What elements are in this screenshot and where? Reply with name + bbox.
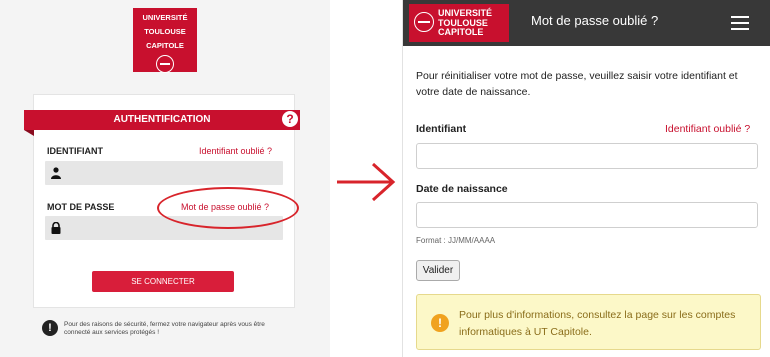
info-suffix: . — [588, 326, 592, 338]
identifiant-label: Identifiant — [416, 123, 467, 135]
logo-line-2: TOULOUSE — [144, 27, 186, 36]
info-alert: ! Pour plus d'informations, consultez la… — [416, 294, 761, 350]
logo-seal-icon — [414, 12, 434, 32]
identifiant-input[interactable] — [45, 161, 283, 185]
highlight-ellipse — [157, 187, 299, 229]
logo-text: UNIVERSITÉ TOULOUSE CAPITOLE — [438, 8, 492, 38]
arrow-right-icon — [337, 162, 396, 202]
info-message: Pour plus d'informations, consultez la p… — [459, 307, 749, 341]
birthdate-label: Date de naissance — [416, 183, 508, 195]
university-logo[interactable]: UNIVERSITÉ TOULOUSE CAPITOLE — [409, 4, 509, 42]
auth-ribbon-title: AUTHENTIFICATION — [24, 110, 300, 130]
logo-line-3: CAPITOLE — [146, 41, 184, 50]
ribbon-fold — [24, 130, 34, 136]
help-icon[interactable]: ? — [282, 111, 298, 127]
identifiant-forgot-link[interactable]: Identifiant oublié ? — [665, 123, 750, 135]
user-icon — [51, 167, 61, 179]
identifiant-forgot-link[interactable]: Identifiant oublié ? — [199, 146, 272, 156]
date-format-hint: Format : JJ/MM/AAAA — [416, 236, 496, 245]
identifiant-input[interactable] — [416, 143, 758, 169]
connect-button[interactable]: SE CONNECTER — [92, 271, 234, 292]
intro-text: Pour réinitialiser votre mot de passe, v… — [416, 70, 738, 98]
submit-button[interactable]: Valider — [416, 260, 460, 281]
screenshot-composite: UNIVERSITÉ TOULOUSE CAPITOLE AUTHENTIFIC… — [0, 0, 770, 357]
logo-line-3: CAPITOLE — [438, 27, 484, 37]
logo-line-1: UNIVERSITÉ — [142, 13, 188, 22]
password-label: MOT DE PASSE — [47, 202, 115, 212]
top-navbar: UNIVERSITÉ TOULOUSE CAPITOLE Mot de pass… — [403, 0, 770, 46]
info-prefix: Pour plus d'informations, — [459, 309, 578, 321]
identifiant-label: IDENTIFIANT — [47, 146, 103, 156]
lock-icon — [51, 222, 61, 234]
menu-icon[interactable] — [731, 16, 749, 30]
logo-seal-icon — [156, 55, 174, 73]
info-icon: ! — [431, 314, 449, 332]
forgot-password-page: UNIVERSITÉ TOULOUSE CAPITOLE Mot de pass… — [402, 0, 770, 357]
page-title: Mot de passe oublié ? — [531, 13, 659, 28]
university-logo: UNIVERSITÉ TOULOUSE CAPITOLE — [133, 8, 197, 73]
warning-icon: ! — [42, 320, 58, 336]
security-warning-text: Pour des raisons de sécurité, fermez vot… — [64, 321, 265, 336]
birthdate-input[interactable] — [416, 202, 758, 228]
